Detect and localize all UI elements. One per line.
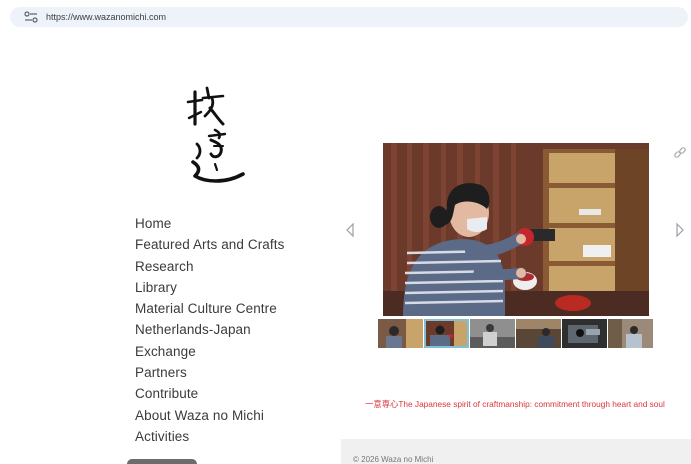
thumbnail-strip [378,319,653,348]
nav-netherlands-japan[interactable]: Netherlands-Japan [135,319,284,340]
nav-extra-button[interactable] [127,459,197,464]
thumbnail-3[interactable] [470,319,515,348]
nav-research[interactable]: Research [135,256,284,277]
nav-library[interactable]: Library [135,277,284,298]
site-logo[interactable] [185,84,247,188]
url-text[interactable]: https://www.wazanomichi.com [46,12,166,22]
nav-featured-arts-and-crafts[interactable]: Featured Arts and Crafts [135,234,284,255]
main-navigation: Home Featured Arts and Crafts Research L… [135,213,284,447]
link-icon[interactable] [673,146,687,160]
thumbnail-4[interactable] [516,319,561,348]
thumbnail-6[interactable] [608,319,653,348]
main-slide-image[interactable] [383,143,649,316]
nav-activities[interactable]: Activities [135,426,284,447]
tagline: 一意専心The Japanese spirit of craftmanship:… [365,399,665,409]
chevron-right-icon[interactable] [673,221,687,239]
footer: © 2026 Waza no Michi [341,439,691,464]
copyright-text: © 2026 Waza no Michi [353,455,434,464]
nav-about[interactable]: About Waza no Michi [135,405,284,426]
chevron-left-icon[interactable] [343,221,357,239]
nav-home[interactable]: Home [135,213,284,234]
thumbnail-2[interactable] [424,319,469,348]
thumbnail-1[interactable] [378,319,423,348]
nav-partners[interactable]: Partners [135,362,284,383]
address-bar[interactable]: https://www.wazanomichi.com [10,7,688,27]
site-info-icon[interactable] [24,11,38,23]
nav-material-culture-centre[interactable]: Material Culture Centre [135,298,284,319]
thumbnail-5[interactable] [562,319,607,348]
nav-exchange[interactable]: Exchange [135,341,284,362]
nav-contribute[interactable]: Contribute [135,383,284,404]
